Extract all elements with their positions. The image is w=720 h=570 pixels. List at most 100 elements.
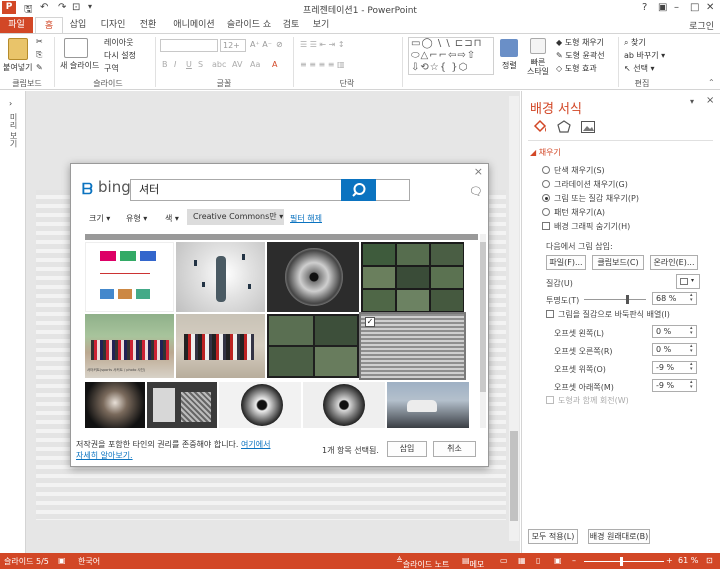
new-slide-icon[interactable] [64, 38, 88, 58]
offset-bottom-input[interactable]: -9 % [652, 379, 697, 392]
apply-to-all-button[interactable]: 모두 적용(L) [528, 529, 578, 544]
result-thumbnail[interactable] [85, 242, 174, 312]
learn-more-link-part2[interactable]: 자세히 알아보기. [76, 451, 133, 460]
thumbnails-label[interactable]: 미리 보기 [8, 113, 19, 148]
reading-view-icon[interactable]: ▯ [536, 556, 540, 565]
minimize-icon[interactable]: – [674, 2, 679, 13]
clear-filters-link[interactable]: 필터 해제 [290, 213, 322, 224]
pane-options-icon[interactable]: ▾ [690, 97, 694, 106]
zoom-slider-thumb[interactable] [620, 557, 623, 566]
tab-transitions[interactable]: 전환 [134, 17, 162, 33]
new-slide-button[interactable]: 새 슬라이드 [60, 60, 99, 71]
copy-icon[interactable]: ⎘ [36, 50, 42, 60]
grow-font-icon[interactable]: A⁺ A⁻ [250, 40, 272, 49]
reset-background-button[interactable]: 배경 원래대로(B) [588, 529, 650, 544]
ribbon-display-icon[interactable]: ▣ [658, 2, 667, 13]
clear-format-icon[interactable]: ⊘ [276, 40, 283, 49]
shadow-icon[interactable]: S [198, 60, 203, 69]
selected-checkmark-icon[interactable]: ✓ [365, 317, 375, 327]
normal-view-icon[interactable]: ▭ [500, 556, 508, 565]
comments-button[interactable]: ▤ 메모 [462, 556, 484, 569]
filter-license[interactable]: Creative Commons만 ▾ [187, 209, 284, 225]
tab-home[interactable]: 홈 [35, 17, 63, 33]
tab-animations[interactable]: 애니메이션 [166, 17, 222, 33]
result-thumbnail[interactable] [267, 242, 359, 312]
result-thumbnail-selected[interactable]: ✓ [359, 312, 466, 380]
format-painter-icon[interactable]: ✎ [36, 63, 43, 72]
slide-sorter-icon[interactable]: ▦ [518, 556, 526, 565]
underline-icon[interactable]: U [186, 60, 192, 69]
quick-styles-icon[interactable] [530, 38, 546, 54]
texture-dropdown[interactable]: ▾ [676, 274, 700, 289]
font-name-dropdown[interactable] [160, 39, 218, 52]
radio-pattern-fill[interactable] [542, 208, 550, 216]
result-thumbnail[interactable] [303, 382, 385, 428]
result-thumbnail[interactable] [267, 314, 359, 378]
login-link[interactable]: 로그인 [689, 19, 714, 32]
cancel-button[interactable]: 취소 [433, 441, 476, 457]
file-button[interactable]: 파일(F)... [546, 255, 586, 270]
tab-slideshow[interactable]: 슬라이드 쇼 [224, 17, 274, 33]
close-window-icon[interactable]: ✕ [706, 2, 714, 13]
font-size-dropdown[interactable]: 12+ [220, 39, 246, 52]
offset-top-input[interactable]: -9 % [652, 361, 697, 374]
section-button[interactable]: 구역 [104, 63, 119, 74]
result-thumbnail[interactable] [387, 382, 469, 428]
transparency-slider[interactable] [584, 295, 646, 304]
paste-icon[interactable] [8, 38, 28, 60]
layout-button[interactable]: 레이아웃 [104, 37, 133, 48]
results-scrollbar[interactable] [480, 234, 486, 428]
pane-close-icon[interactable]: × [706, 95, 714, 106]
rotate-with-shape-checkbox[interactable] [546, 396, 554, 404]
radio-picture-fill[interactable] [542, 194, 550, 202]
arrange-icon[interactable] [500, 39, 518, 57]
bullets-icon[interactable]: ☰ ☰ ⇤ ⇥ ↕ [300, 40, 345, 49]
italic-icon[interactable]: I [174, 60, 176, 69]
tab-file[interactable]: 파일 [0, 17, 33, 33]
clipboard-button[interactable]: 클립보드(C) [592, 255, 644, 270]
fill-bucket-icon[interactable] [532, 119, 548, 135]
tile-picture-checkbox[interactable] [546, 310, 554, 318]
expand-thumbnails-icon[interactable]: › [9, 99, 12, 108]
tab-insert[interactable]: 삽입 [64, 17, 92, 33]
quick-styles-button[interactable]: 빠른 스타일 [526, 58, 550, 76]
filter-color[interactable]: 색 ▾ [165, 213, 179, 224]
zoom-in-icon[interactable]: + [666, 556, 673, 565]
paste-button[interactable]: 붙여넣기 [3, 62, 32, 73]
radio-gradient-fill[interactable] [542, 180, 550, 188]
search-button[interactable] [341, 179, 376, 201]
change-case-icon[interactable]: Aa [250, 60, 260, 69]
result-thumbnail[interactable] [219, 382, 301, 428]
offset-left-input[interactable]: 0 % [652, 325, 697, 338]
result-thumbnail[interactable]: 서터커트(sports 서커트 / photo 사진) [85, 314, 174, 378]
effects-pentagon-icon[interactable] [556, 119, 572, 135]
result-thumbnail[interactable] [361, 242, 464, 312]
maximize-icon[interactable]: □ [690, 2, 699, 13]
cut-icon[interactable]: ✂ [36, 37, 43, 46]
workspace-scrollbar[interactable] [509, 96, 519, 541]
picture-icon[interactable] [580, 119, 596, 135]
fit-to-window-icon[interactable]: ⊡ [706, 556, 713, 565]
arrange-button[interactable]: 정렬 [502, 60, 517, 71]
slideshow-view-icon[interactable]: ▣ [554, 556, 562, 565]
find-button[interactable]: ⌕ 찾기 [624, 37, 646, 48]
scrollbar-thumb[interactable] [510, 431, 518, 521]
result-thumbnail[interactable] [176, 242, 265, 312]
results-scrollbar-thumb[interactable] [480, 242, 486, 392]
feedback-icon[interactable]: 🗨 [469, 185, 483, 198]
shapes-gallery[interactable]: ▭◯ \ \ ⊏⊐⊓ ⬭△⌐⌐⇦⇨⇧ ⇩⟲☆{ }⬡ [408, 37, 494, 75]
reset-button[interactable]: 다시 설정 [104, 50, 136, 61]
filter-size[interactable]: 크기 ▾ [89, 213, 110, 224]
zoom-level[interactable]: 61 % [678, 556, 698, 565]
insert-button[interactable]: 삽입 [387, 441, 427, 457]
radio-solid-fill[interactable] [542, 166, 550, 174]
spellcheck-icon[interactable]: ▣ [58, 556, 66, 565]
language-indicator[interactable]: 한국어 [78, 556, 100, 567]
strikethrough-icon[interactable]: abc [212, 60, 226, 69]
online-button[interactable]: 온라인(E)... [650, 255, 698, 270]
notes-button[interactable]: ≜ 슬라이드 노트 [396, 556, 449, 569]
transparency-input[interactable]: 68 % [652, 292, 697, 305]
offset-right-input[interactable]: 0 % [652, 343, 697, 356]
select-button[interactable]: ↖ 선택 ▾ [624, 63, 655, 74]
zoom-out-icon[interactable]: – [572, 556, 576, 565]
